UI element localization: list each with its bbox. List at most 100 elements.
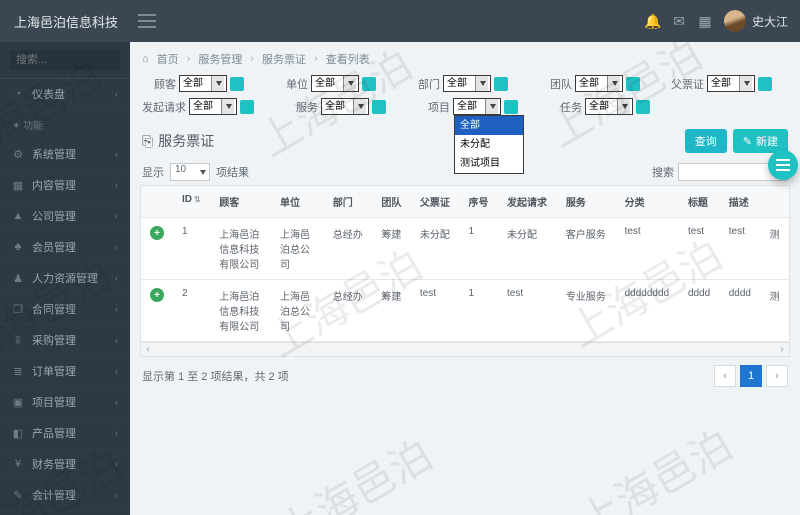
sidebar-item[interactable]: ❐合同管理‹ [0, 294, 130, 325]
next-page-button[interactable]: › [766, 365, 788, 387]
scroll-right-icon[interactable]: › [775, 343, 789, 356]
sidebar-item[interactable]: ◔仪表盘‹ [0, 79, 130, 110]
filter-select[interactable]: 全部 [575, 75, 623, 92]
floating-action-button[interactable] [768, 150, 798, 180]
menu-toggle-icon[interactable] [138, 14, 156, 28]
sidebar-item[interactable]: ▲公司管理‹ [0, 201, 130, 232]
filter-action-button[interactable] [362, 77, 376, 91]
pagination: ‹ 1 › [714, 365, 788, 387]
scroll-left-icon[interactable]: ‹ [141, 343, 155, 356]
topbar: 上海邑泊信息科技 🔔 ✉ ▦ 史大江 [0, 0, 800, 42]
main: ⌂ 首页 › 服务管理 › 服务票证 › 查看列表 顾客全部单位全部部门全部团队… [130, 42, 800, 515]
filter-action-button[interactable] [230, 77, 244, 91]
filter-select[interactable]: 全部 [321, 98, 369, 115]
filter-select[interactable]: 全部全部未分配测试项目 [453, 98, 501, 115]
page-size-select[interactable]: 10 [170, 163, 210, 181]
chevron-down-icon [622, 104, 628, 109]
filter-label: 顾客 [142, 76, 176, 92]
sidebar-item[interactable]: ◧产品管理‹ [0, 418, 130, 449]
filter-action-button[interactable] [626, 77, 640, 91]
breadcrumb-item[interactable]: 服务票证 [262, 51, 306, 67]
column-header[interactable]: 序号 [460, 186, 499, 218]
nav-label: 财务管理 [32, 456, 76, 472]
chevron-down-icon [480, 81, 486, 86]
filter-select[interactable]: 全部 [443, 75, 491, 92]
cell-cat: dddddddd [616, 280, 679, 342]
filter-action-button[interactable] [758, 77, 772, 91]
sidebar-item[interactable]: ⇩采购管理‹ [0, 325, 130, 356]
sidebar-item[interactable]: ⚙系统管理‹ [0, 139, 130, 170]
home-icon[interactable]: ⌂ [142, 53, 149, 65]
sidebar-item[interactable]: ≣订单管理‹ [0, 356, 130, 387]
column-header[interactable]: 发起请求 [498, 186, 557, 218]
filter-action-button[interactable] [494, 77, 508, 91]
prev-page-button[interactable]: ‹ [714, 365, 736, 387]
query-button[interactable]: 查询 [685, 129, 727, 153]
search-input[interactable] [10, 50, 120, 70]
column-header[interactable]: 父票证 [411, 186, 460, 218]
expand-row-button[interactable]: + [150, 226, 164, 240]
chevron-down-icon [612, 81, 618, 86]
filter-select[interactable]: 全部 [311, 75, 359, 92]
filter-select[interactable]: 全部 [189, 98, 237, 115]
sidebar-item[interactable]: ▦内容管理‹ [0, 170, 130, 201]
filter-select[interactable]: 全部 [707, 75, 755, 92]
chevron-left-icon: ‹ [115, 459, 118, 469]
column-header[interactable]: 分类 [616, 186, 679, 218]
cell-request: 未分配 [498, 218, 557, 280]
column-header[interactable]: 服务 [557, 186, 616, 218]
nav-label: 会员管理 [32, 239, 76, 255]
chevron-left-icon: ‹ [115, 149, 118, 159]
cell-cat: test [616, 218, 679, 280]
grid-icon[interactable]: ▦ [692, 13, 718, 30]
filter-action-button[interactable] [504, 100, 518, 114]
cell-title: test [679, 218, 720, 280]
dropdown-option[interactable]: 测试项目 [455, 154, 523, 173]
cell-title: dddd [679, 280, 720, 342]
results-summary: 显示第 1 至 2 项结果，共 2 项 [142, 368, 289, 384]
breadcrumb-item[interactable]: 首页 [157, 51, 179, 67]
nav-label: 仪表盘 [32, 86, 65, 102]
sidebar-item[interactable]: ✎会计管理‹ [0, 480, 130, 511]
sidebar-item[interactable]: ♣会员管理‹ [0, 232, 130, 263]
filter-item: 顾客全部 [142, 75, 244, 92]
column-header[interactable]: 描述 [720, 186, 761, 218]
filter-bar: 顾客全部单位全部部门全部团队全部父票证全部 发起请求全部服务全部项目全部全部未分… [140, 73, 790, 121]
column-header[interactable] [761, 186, 789, 218]
mail-icon[interactable]: ✉ [666, 13, 692, 30]
avatar[interactable] [724, 10, 746, 32]
sidebar-item[interactable]: ⌂内部银行‹ [0, 511, 130, 515]
expand-row-button[interactable]: + [150, 288, 164, 302]
column-header[interactable]: 团队 [372, 186, 411, 218]
breadcrumb-item[interactable]: 服务管理 [198, 51, 242, 67]
sidebar-item[interactable]: ▣项目管理‹ [0, 387, 130, 418]
horizontal-scrollbar[interactable]: ‹ › [140, 343, 790, 357]
filter-action-button[interactable] [372, 100, 386, 114]
column-header[interactable]: ID⇅ [173, 186, 210, 218]
filter-select[interactable]: 全部 [585, 98, 633, 115]
page-button[interactable]: 1 [740, 365, 762, 387]
sort-icon: ⇅ [194, 195, 201, 204]
menu-icon [776, 164, 790, 166]
results-label: 项结果 [216, 164, 249, 180]
chevron-down-icon [358, 104, 364, 109]
cell-parent: test [411, 280, 460, 342]
filter-action-button[interactable] [636, 100, 650, 114]
filter-select[interactable]: 全部 [179, 75, 227, 92]
cell-dept: 总经办 [324, 280, 373, 342]
sidebar-item[interactable]: ¥财务管理‹ [0, 449, 130, 480]
dropdown-option[interactable]: 全部 [455, 116, 523, 135]
column-header[interactable]: 顾客 [210, 186, 271, 218]
sidebar-item[interactable]: ♟人力资源管理‹ [0, 263, 130, 294]
column-header[interactable]: 标题 [679, 186, 720, 218]
column-header[interactable]: 单位 [271, 186, 324, 218]
filter-label: 父票证 [670, 76, 704, 92]
select-value: 全部 [193, 101, 213, 112]
filter-label: 单位 [274, 76, 308, 92]
column-header[interactable]: 部门 [324, 186, 373, 218]
bell-icon[interactable]: 🔔 [640, 13, 666, 30]
user-name[interactable]: 史大江 [752, 13, 788, 30]
filter-action-button[interactable] [240, 100, 254, 114]
filter-label: 服务 [284, 99, 318, 115]
dropdown-option[interactable]: 未分配 [455, 135, 523, 154]
